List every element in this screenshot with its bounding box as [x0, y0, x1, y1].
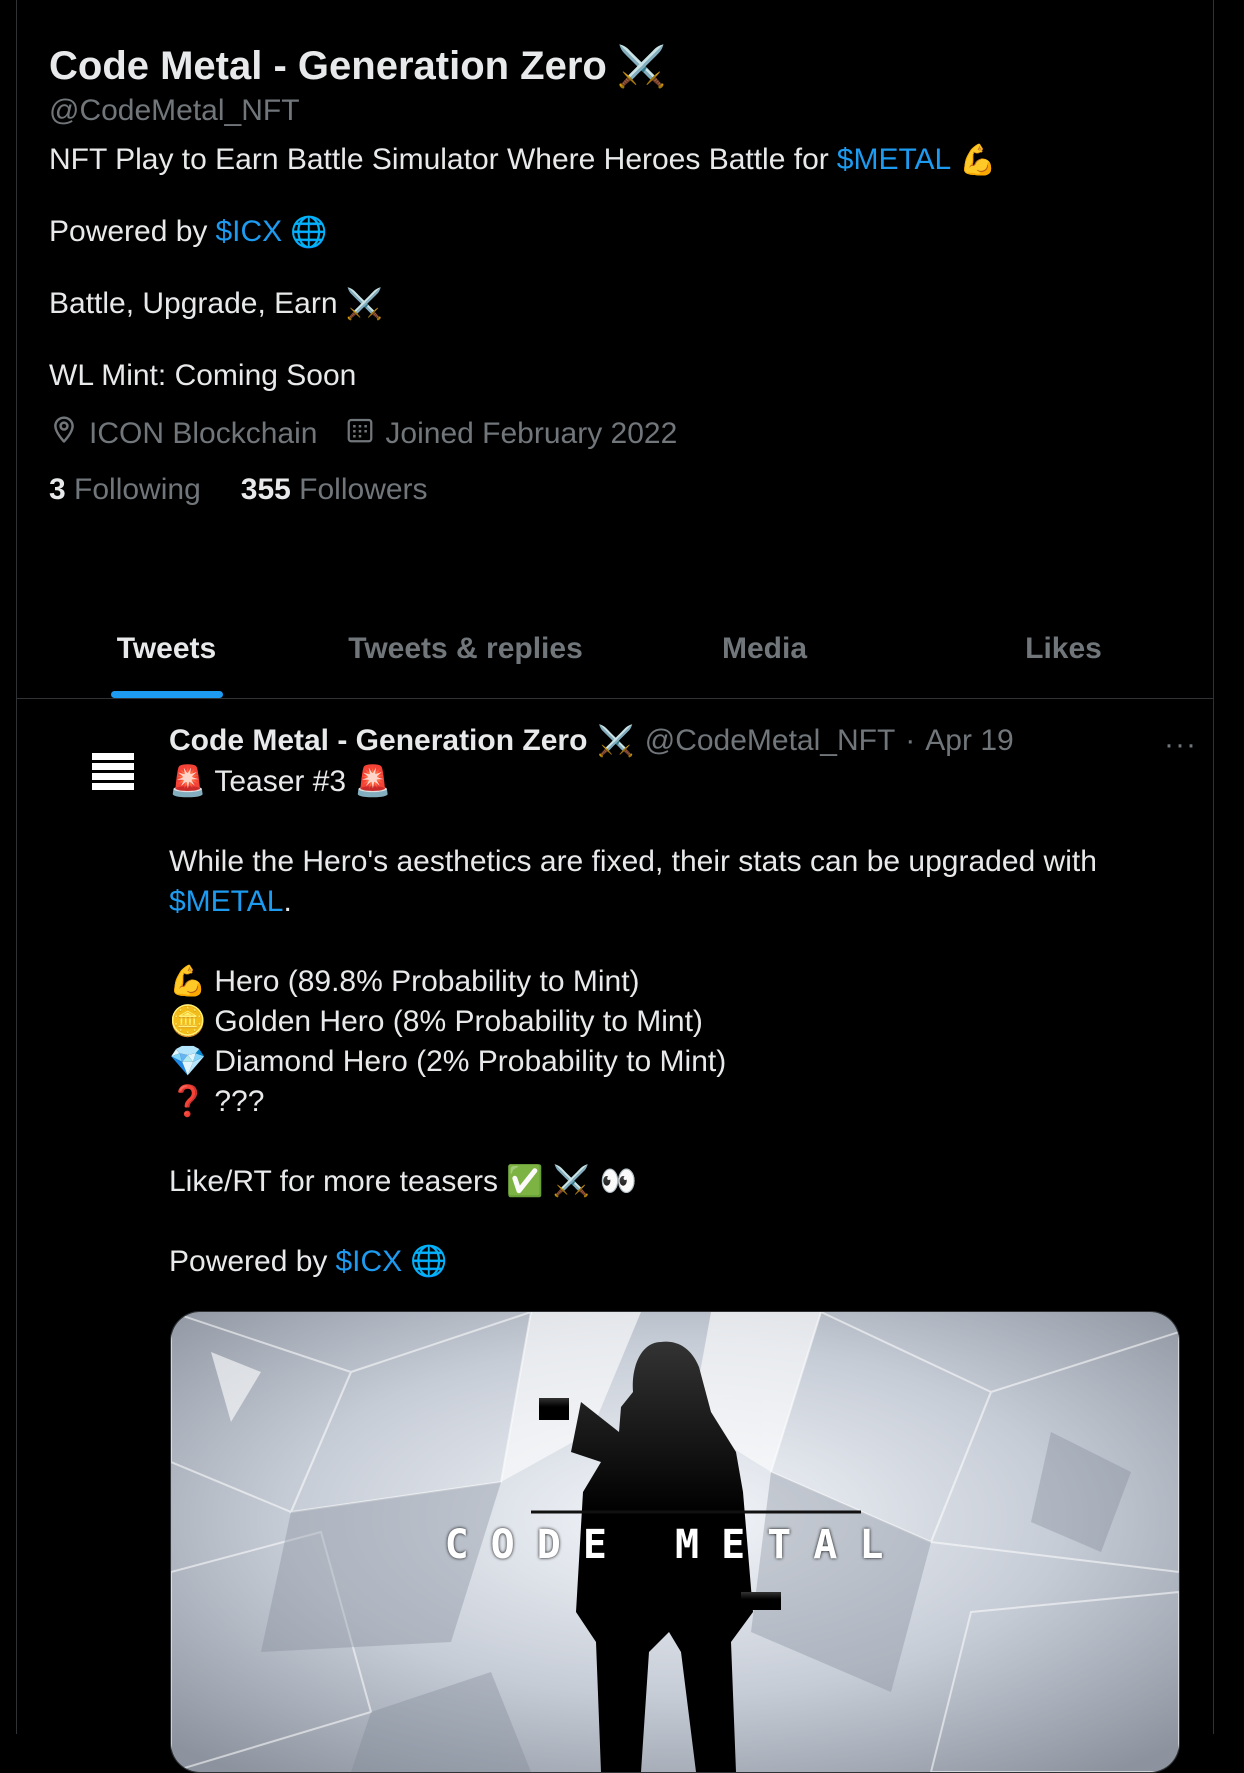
tweet-text: .: [283, 885, 292, 918]
question-mark-icon: ❓: [169, 1084, 207, 1119]
tab-tweets-replies[interactable]: Tweets & replies: [316, 600, 615, 698]
crossed-swords-icon: ⚔️: [597, 723, 635, 759]
joined-text: Joined February 2022: [385, 417, 678, 450]
location: ICON Blockchain: [49, 414, 317, 454]
tab-label: Tweets: [116, 632, 217, 665]
tweet-cta-line: Like/RT for more teasers ✅ ⚔️ 👀: [169, 1162, 1183, 1202]
icx-cashtag-link[interactable]: $ICX: [335, 1242, 402, 1282]
bio-line-1: NFT Play to Earn Battle Simulator Where …: [49, 140, 1193, 180]
metal-cashtag-link[interactable]: $METAL: [169, 882, 283, 922]
flexed-bicep-icon: 💪: [169, 964, 207, 999]
tweet-text: Golden Hero (8% Probability to Mint): [214, 1005, 703, 1038]
calendar-icon: [345, 415, 375, 453]
crossed-swords-icon: ⚔️: [616, 43, 667, 90]
tab-label: Tweets & replies: [348, 632, 583, 665]
tweet-text: Like/RT for more teasers: [169, 1165, 499, 1198]
location-pin-icon: [49, 414, 79, 454]
tab-likes[interactable]: Likes: [914, 600, 1213, 698]
tweet-powered-line: Powered by $ICX 🌐: [169, 1242, 1183, 1282]
tweet-media-image[interactable]: CODE METAL: [170, 1311, 1180, 1773]
tweet-handle[interactable]: @CodeMetal_NFT: [645, 724, 896, 758]
media-logo-text: CODE METAL: [444, 1522, 906, 1568]
tweet-paragraph-1: While the Hero's aesthetics are fixed, t…: [169, 845, 1097, 878]
bio-text: Battle, Upgrade, Earn: [49, 287, 338, 320]
location-text: ICON Blockchain: [89, 417, 318, 450]
tab-label: Media: [721, 632, 808, 665]
tweet-text: ???: [214, 1085, 265, 1118]
followers-label: Followers: [299, 473, 428, 506]
follow-stats: 3 Following 355 Followers: [49, 470, 1193, 510]
active-tab-indicator: [110, 691, 223, 698]
profile-tabs: Tweets Tweets & replies Media Likes: [17, 600, 1213, 699]
following-link[interactable]: 3 Following: [49, 473, 201, 507]
metal-cashtag-link[interactable]: $METAL: [837, 143, 951, 177]
tweet-text: Teaser #3: [214, 765, 347, 798]
profile-meta: ICON Blockchain Joined February 2022: [49, 414, 1193, 454]
tweet-author[interactable]: Code Metal - Generation Zero: [169, 724, 587, 758]
tweet-diamond-line: 💎 Diamond Hero (2% Probability to Mint): [169, 1042, 1183, 1082]
icx-cashtag-link[interactable]: $ICX: [215, 215, 282, 249]
following-label: Following: [74, 473, 201, 506]
coin-icon: 🪙: [169, 1004, 207, 1039]
tweet-teaser-line: 🚨 Teaser #3 🚨: [169, 762, 1183, 802]
diamond-icon: 💎: [169, 1044, 207, 1079]
profile-header: Code Metal - Generation Zero ⚔️ @CodeMet…: [49, 38, 1193, 510]
profile-handle: @CodeMetal_NFT: [49, 94, 300, 127]
bio-text: NFT Play to Earn Battle Simulator Where …: [49, 143, 829, 176]
tab-media[interactable]: Media: [615, 600, 914, 698]
tweet-mystery-line: ❓ ???: [169, 1082, 1183, 1122]
tweet-golden-line: 🪙 Golden Hero (8% Probability to Mint): [169, 1002, 1183, 1042]
globe-icon: 🌐: [410, 1244, 448, 1279]
tweet-text: Hero (89.8% Probability to Mint): [214, 965, 640, 998]
profile-name: Code Metal - Generation Zero ⚔️: [49, 38, 1193, 94]
avatar[interactable]: [67, 728, 159, 820]
tab-label: Likes: [1025, 632, 1102, 665]
bio-line-2: Powered by $ICX 🌐: [49, 212, 1193, 252]
globe-icon: 🌐: [290, 214, 328, 250]
followers-link[interactable]: 355 Followers: [241, 473, 428, 507]
tweet-header: Code Metal - Generation Zero ⚔️ @CodeMet…: [169, 720, 1183, 762]
tweet-text: Diamond Hero (2% Probability to Mint): [214, 1045, 727, 1078]
bio-line-3: Battle, Upgrade, Earn ⚔️: [49, 284, 1193, 324]
tweet-text: Powered by: [169, 1245, 328, 1278]
crossed-swords-icon: ⚔️: [345, 286, 383, 322]
siren-icon: 🚨: [354, 764, 392, 799]
tweet-hero-line: 💪 Hero (89.8% Probability to Mint): [169, 962, 1183, 1002]
tab-tweets[interactable]: Tweets: [17, 600, 316, 698]
hamburger-logo-icon: [92, 752, 134, 796]
profile-name-text: Code Metal - Generation Zero: [49, 43, 607, 88]
tweet-paragraph-1-end: $METAL .: [169, 882, 1183, 922]
bio-text: Powered by: [49, 215, 208, 248]
tweet-date[interactable]: Apr 19: [925, 724, 1013, 758]
join-date: Joined February 2022: [345, 415, 677, 453]
tweet-separator: ·: [905, 724, 916, 757]
following-count: 3: [49, 473, 66, 506]
followers-count: 355: [240, 473, 291, 506]
siren-icon: 🚨: [169, 764, 207, 799]
bio-line-4: WL Mint: Coming Soon: [49, 359, 357, 392]
flexed-bicep-icon: 💪: [959, 142, 997, 178]
tweet-body: Code Metal - Generation Zero ⚔️ @CodeMet…: [169, 720, 1183, 1282]
check-swords-eyes-icon: ✅ ⚔️ 👀: [506, 1164, 638, 1199]
